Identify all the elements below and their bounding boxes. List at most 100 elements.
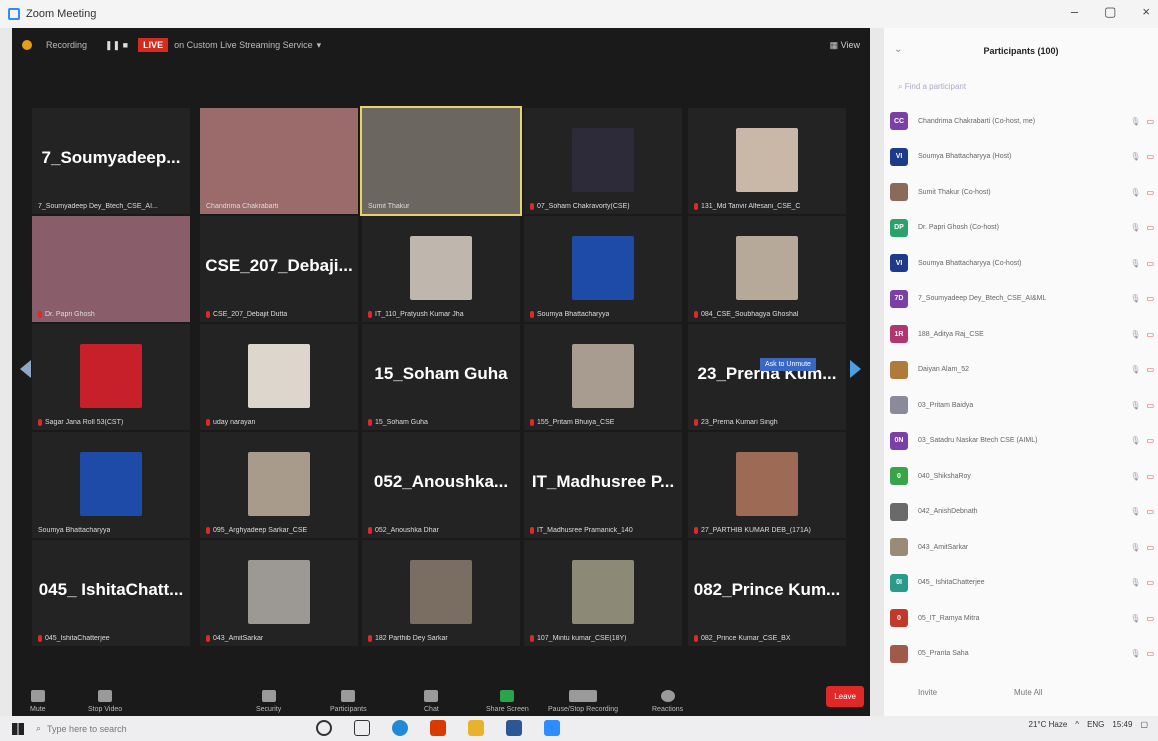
participant-tile[interactable]: Soumya Bhattacharyya	[32, 432, 190, 538]
participant-tile[interactable]: 7_Soumyadeep... 7_Soumyadeep Dey_Btech_CS…	[32, 108, 190, 214]
participant-tile[interactable]: 084_CSE_Soubhagya Ghoshal	[688, 216, 846, 322]
close-button[interactable]: ×	[1142, 4, 1150, 20]
cortana-icon[interactable]	[316, 720, 332, 736]
participant-tile[interactable]: Dr. Papri Ghosh	[32, 216, 190, 322]
participant-row[interactable]: 0I 045_ IshitaChatterjee 🎙 ▭	[890, 572, 1154, 594]
taskbar-search-input[interactable]: ⌕ Type here to search	[36, 719, 286, 739]
participant-row[interactable]: VI Soumya Bhattacharyya (Co-host) 🎙 ▭	[890, 252, 1154, 274]
participant-tile[interactable]: IT_110_Pratyush Kumar Jha	[362, 216, 520, 322]
view-button[interactable]: ▦ View	[830, 40, 860, 51]
participant-tile[interactable]: 131_Md Tanvir Alfesani_CSE_C	[688, 108, 846, 214]
participant-tile[interactable]: Soumya Bhattacharyya	[524, 216, 682, 322]
invite-button[interactable]: Invite	[918, 688, 937, 697]
participant-tile[interactable]: Sagar Jana Roll 53(CST)	[32, 324, 190, 430]
language-label[interactable]: ENG	[1087, 720, 1104, 729]
participant-tile[interactable]: IT_Madhusree P... IT_Madhusree Pramanick_…	[524, 432, 682, 538]
security-shield-icon[interactable]	[22, 40, 32, 50]
chat-button[interactable]: Chat	[424, 690, 439, 713]
participant-display-name: IT_Madhusree P...	[531, 472, 675, 491]
participant-row[interactable]: 0 040_ShikshaRoy 🎙 ▭	[890, 465, 1154, 487]
minimize-button[interactable]: –	[1071, 4, 1078, 20]
participant-avatar	[248, 560, 310, 624]
participant-tile[interactable]: uday narayan	[200, 324, 358, 430]
reactions-button[interactable]: Reactions	[652, 690, 683, 713]
share-screen-button[interactable]: Share Screen	[486, 690, 529, 713]
participant-tile[interactable]: 27_PARTHIB KUMAR DEB_(171A)	[688, 432, 846, 538]
mic-status-icon: 🎙	[1130, 329, 1141, 339]
maximize-button[interactable]: ▢	[1104, 4, 1116, 20]
participants-button[interactable]: Participants	[330, 690, 367, 713]
participant-tile[interactable]: Sumit Thakur	[360, 106, 522, 216]
office-icon[interactable]	[430, 720, 446, 736]
pause-stop-recording-button[interactable]: Pause/Stop Recording	[548, 690, 618, 713]
participant-row-name: 043_AmitSarkar	[918, 543, 969, 551]
participant-tile[interactable]: 182 Parthib Dey Sarkar	[362, 540, 520, 646]
mute-all-button[interactable]: Mute All	[1014, 688, 1042, 697]
video-off-icon: ▭	[1146, 116, 1154, 126]
next-page-arrow-icon[interactable]	[850, 360, 861, 378]
leave-button[interactable]: Leave	[826, 686, 864, 707]
participant-row[interactable]: 7D 7_Soumyadeep Dey_Btech_CSE_AI&ML 🎙 ▭	[890, 288, 1154, 310]
stop-video-button[interactable]: Stop Video	[88, 690, 122, 713]
participant-tile[interactable]: 045_ IshitaChatt... 045_IshitaChatterjee	[32, 540, 190, 646]
task-view-icon[interactable]	[354, 720, 370, 736]
video-off-icon: ▭	[1146, 649, 1154, 658]
participant-tile[interactable]: 043_AmitSarkar	[200, 540, 358, 646]
ask-to-unmute-button[interactable]: Ask to Unmute	[760, 358, 816, 371]
mic-muted-icon	[530, 635, 534, 642]
participant-row-name: 03_Satadru Naskar Btech CSE (AIML)	[918, 437, 1038, 444]
participant-tile[interactable]: 155_Pritam Bhuiya_CSE	[524, 324, 682, 430]
participant-row[interactable]: Sumit Thakur (Co-host) 🎙 ▭	[890, 181, 1154, 203]
participant-row[interactable]: 042_AnishDebnath 🎙 ▭	[890, 501, 1154, 523]
participant-tile[interactable]: Chandrima Chakrabarti	[200, 108, 358, 214]
participant-tile[interactable]: CSE_207_Debaji... CSE_207_Debajit Dutta	[200, 216, 358, 322]
mic-muted-icon	[694, 527, 698, 534]
participant-row[interactable]: 03_Pritam Baidya 🎙 ▭	[890, 394, 1154, 416]
participant-tile[interactable]: 082_Prince Kum... 082_Prince Kumar_CSE_BX	[688, 540, 846, 646]
notification-icon[interactable]: ▢	[1140, 720, 1148, 729]
participant-tile[interactable]: 107_Mintu kumar_CSE(18Y)	[524, 540, 682, 646]
participant-avatar: 7D	[890, 289, 908, 308]
windows-taskbar: ⌕ Type here to search 21°C Haze ^ ENG 15:…	[0, 716, 1158, 741]
file-explorer-icon[interactable]	[468, 720, 484, 736]
participant-row[interactable]: 05_Pranta Saha 🎙 ▭	[890, 643, 1154, 665]
clock-label[interactable]: 15:49	[1112, 720, 1132, 729]
taskbar-apps	[316, 720, 560, 736]
participant-row[interactable]: DP Dr. Papri Ghosh (Co-host) 🎙 ▭	[890, 217, 1154, 239]
participant-tile[interactable]: 095_Arghyadeep Sarkar_CSE	[200, 432, 358, 538]
prev-page-arrow-icon[interactable]	[20, 360, 31, 378]
edge-browser-icon[interactable]	[392, 720, 408, 736]
tray-chevron-icon[interactable]: ^	[1075, 720, 1079, 729]
participants-title: Participants (100)	[983, 46, 1059, 56]
windows-start-icon[interactable]	[12, 722, 24, 735]
participant-row[interactable]: 0 05_IT_Ramya Mitra 🎙 ▭	[890, 607, 1154, 629]
participant-row[interactable]: CC Chandrima Chakrabarti (Co-host, me) 🎙 ▭	[890, 110, 1154, 132]
shield-icon	[261, 690, 276, 702]
participant-tile[interactable]: 23_Prerna Kum... 23_Prerna Kumari Singh	[688, 324, 846, 430]
participant-row[interactable]: VI Soumya Bhattacharyya (Host) 🎙 ▭	[890, 146, 1154, 168]
participant-display-name: CSE_207_Debaji...	[205, 256, 353, 275]
store-icon[interactable]	[506, 720, 522, 736]
participant-row[interactable]: 1R 188_Aditya Raj_CSE 🎙 ▭	[890, 323, 1154, 345]
participant-avatar	[248, 344, 310, 408]
mute-button[interactable]: Mute	[30, 690, 46, 713]
participant-avatar	[890, 538, 908, 556]
participant-status-icons: 🎙 ▭	[1130, 365, 1154, 374]
participant-search-input[interactable]: ⌕ Find a participant	[898, 82, 966, 92]
participant-row[interactable]: 043_AmitSarkar 🎙 ▭	[890, 536, 1154, 558]
participant-row[interactable]: 0N 03_Satadru Naskar Btech CSE (AIML) 🎙 ▭	[890, 430, 1154, 452]
zoom-taskbar-icon[interactable]	[544, 720, 560, 736]
participant-avatar	[80, 452, 142, 516]
participant-row-name: Soumya Bhattacharyya (Co-host)	[918, 259, 1022, 267]
participant-tile[interactable]: 052_Anoushka... 052_Anoushka Dhar	[362, 432, 520, 538]
chevron-down-icon[interactable]: ▾	[317, 40, 322, 51]
video-off-icon: ▭	[1146, 613, 1154, 623]
participant-tile[interactable]: 07_Soham Chakravorty(CSE)	[524, 108, 682, 214]
participant-row[interactable]: Daiyan Alam_52 🎙 ▭	[890, 359, 1154, 381]
weather-label[interactable]: 21°C Haze	[1029, 720, 1068, 729]
streaming-label[interactable]: on Custom Live Streaming Service	[174, 40, 313, 50]
security-button[interactable]: Security	[256, 690, 281, 713]
recording-pause-icon[interactable]: ❚❚ ■	[105, 40, 128, 51]
participant-tile[interactable]: 15_Soham Guha 15_Soham Guha	[362, 324, 520, 430]
mic-muted-icon	[694, 311, 698, 318]
